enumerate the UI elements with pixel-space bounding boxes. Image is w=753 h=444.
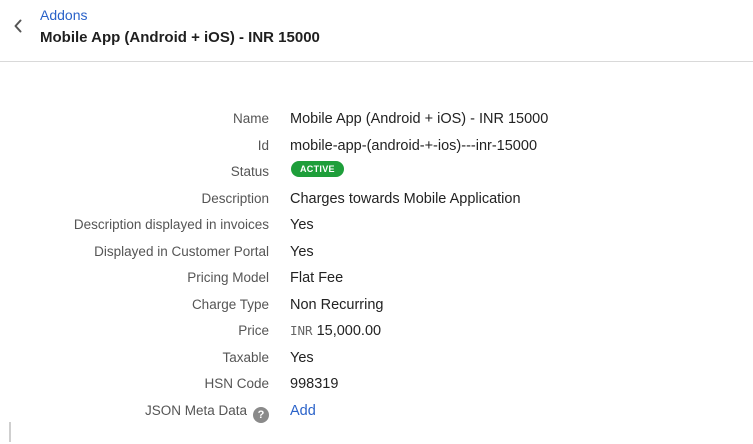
json-meta-add-link[interactable]: Add bbox=[290, 403, 316, 419]
detail-row-customer-portal: Displayed in Customer Portal Yes bbox=[0, 241, 753, 268]
description-value: Charges towards Mobile Application bbox=[290, 190, 521, 207]
breadcrumb-addons-link[interactable]: Addons bbox=[40, 7, 87, 23]
detail-row-description: Description Charges towards Mobile Appli… bbox=[0, 188, 753, 215]
detail-row-json-meta: JSON Meta Data? Add bbox=[0, 400, 753, 427]
id-value: mobile-app-(android-+-ios)---inr-15000 bbox=[290, 137, 538, 154]
detail-row-pricing-model: Pricing Model Flat Fee bbox=[0, 267, 753, 294]
detail-row-status: Status ACTIVE bbox=[0, 161, 753, 188]
description-invoices-label: Description displayed in invoices bbox=[73, 217, 269, 232]
pricing-model-value: Flat Fee bbox=[290, 270, 344, 286]
detail-row-id: Id mobile-app-(android-+-ios)---inr-1500… bbox=[0, 135, 753, 162]
price-value: INR 15,000.00 bbox=[290, 323, 381, 339]
description-invoices-value: Yes bbox=[290, 217, 314, 233]
hsn-code-label: HSN Code bbox=[204, 376, 269, 391]
chevron-left-icon bbox=[14, 19, 22, 33]
page-header: Addons Mobile App (Android + iOS) - INR … bbox=[0, 0, 753, 62]
question-circle-icon[interactable]: ? bbox=[253, 406, 269, 423]
price-currency: INR bbox=[290, 323, 313, 338]
detail-row-price: Price INR 15,000.00 bbox=[0, 320, 753, 347]
scroll-edge-indicator bbox=[9, 422, 11, 442]
addon-details-page: Addons Mobile App (Android + iOS) - INR … bbox=[0, 0, 753, 444]
price-label: Price bbox=[238, 323, 269, 338]
description-label: Description bbox=[201, 190, 269, 206]
json-meta-label: JSON Meta Data bbox=[144, 402, 247, 418]
id-label: Id bbox=[257, 137, 269, 153]
taxable-value: Yes bbox=[290, 349, 314, 366]
hsn-code-value: 998319 bbox=[290, 376, 339, 392]
details-list: Name Mobile App (Android + iOS) - INR 15… bbox=[0, 108, 753, 426]
detail-row-taxable: Taxable Yes bbox=[0, 347, 753, 374]
detail-row-hsn-code: HSN Code 998319 bbox=[0, 373, 753, 400]
status-badge: ACTIVE bbox=[291, 161, 344, 177]
charge-type-value: Non Recurring bbox=[290, 296, 384, 313]
name-value: Mobile App (Android + iOS) - INR 15000 bbox=[290, 111, 549, 127]
customer-portal-value: Yes bbox=[290, 243, 314, 260]
detail-row-name: Name Mobile App (Android + iOS) - INR 15… bbox=[0, 108, 753, 135]
json-meta-label-wrap: JSON Meta Data? bbox=[145, 403, 269, 423]
status-label: Status bbox=[230, 164, 269, 179]
detail-row-charge-type: Charge Type Non Recurring bbox=[0, 294, 753, 321]
back-button[interactable] bbox=[8, 16, 28, 36]
charge-type-label: Charge Type bbox=[191, 296, 269, 312]
pricing-model-label: Pricing Model bbox=[187, 270, 269, 285]
taxable-label: Taxable bbox=[222, 349, 269, 365]
price-amount: 15,000.00 bbox=[316, 323, 382, 339]
page-title: Mobile App (Android + iOS) - INR 15000 bbox=[40, 29, 320, 46]
detail-row-description-invoices: Description displayed in invoices Yes bbox=[0, 214, 753, 241]
name-label: Name bbox=[232, 111, 269, 126]
customer-portal-label: Displayed in Customer Portal bbox=[94, 243, 269, 259]
